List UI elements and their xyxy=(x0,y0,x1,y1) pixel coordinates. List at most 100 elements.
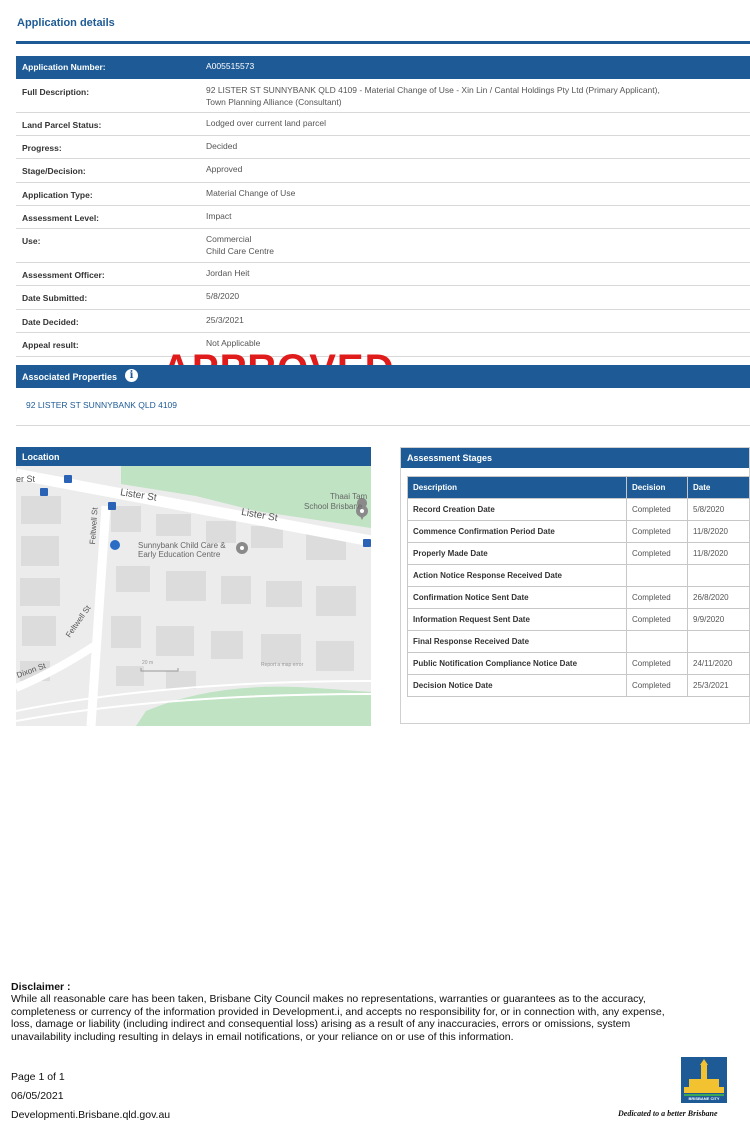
detail-row: Full Description: 92 LISTER ST SUNNYBANK … xyxy=(16,79,750,113)
col-description: Description xyxy=(407,476,627,499)
detail-value: Decided xyxy=(206,140,237,152)
assessment-stages-header: Assessment Stages xyxy=(401,448,749,468)
stage-decision: Completed xyxy=(626,674,688,697)
detail-label: Stage/Decision: xyxy=(22,166,86,176)
stage-row: Record Creation Date Completed 5/8/2020 xyxy=(407,498,750,521)
detail-label: Date Submitted: xyxy=(22,293,88,303)
stage-decision: Completed xyxy=(626,542,688,565)
print-date: 06/05/2021 xyxy=(11,1090,64,1102)
detail-value-line: 25/3/2021 xyxy=(206,315,244,325)
detail-value-line: Commercial xyxy=(206,234,252,244)
detail-value: A005515573 xyxy=(206,60,254,72)
detail-value-line: 92 LISTER ST SUNNYBANK QLD 4109 - Materi… xyxy=(206,85,660,95)
stage-description: Commence Confirmation Period Date xyxy=(407,520,627,543)
detail-value: Impact xyxy=(206,210,232,222)
assessment-stages-table: Description Decision Date Record Creatio… xyxy=(407,476,750,697)
brisbane-city-logo: BRISBANE CITY xyxy=(681,1057,727,1103)
detail-label: Full Description: xyxy=(22,87,90,97)
map-label-school-line1: Thaai Tam xyxy=(330,492,368,501)
disclaimer-line: unavailability including resulting in de… xyxy=(11,1030,514,1043)
stage-decision xyxy=(626,630,688,653)
associated-property-link[interactable]: 92 LISTER ST SUNNYBANK QLD 4109 xyxy=(26,400,177,410)
map-label-school-line2: School Brisbane xyxy=(304,502,363,511)
detail-value-line: Town Planning Alliance (Consultant) xyxy=(206,97,342,107)
stages-header-row: Description Decision Date xyxy=(407,476,750,499)
detail-row: Assessment Level: Impact xyxy=(16,205,750,229)
title-divider xyxy=(16,41,750,44)
detail-value-line: A005515573 xyxy=(206,61,255,71)
disclaimer-line: While all reasonable care has been taken… xyxy=(11,993,646,1005)
map-scale-label: 20 m xyxy=(142,660,154,666)
detail-row: Land Parcel Status: Lodged over current l… xyxy=(16,112,750,136)
detail-row: Use: Commercial Child Care Centre xyxy=(16,228,750,263)
stage-date: 25/3/2021 xyxy=(687,674,750,697)
location-map[interactable]: Lister St Lister St er St Feltwell St Fe… xyxy=(16,466,371,726)
location-header: Location xyxy=(16,447,371,466)
detail-label: Land Parcel Status: xyxy=(22,120,102,130)
detail-label: Date Decided: xyxy=(22,317,79,327)
detail-label: Assessment Level: xyxy=(22,213,100,223)
detail-value: 25/3/2021 xyxy=(206,314,244,326)
col-decision: Decision xyxy=(626,476,688,499)
detail-value: 92 LISTER ST SUNNYBANK QLD 4109 - Materi… xyxy=(206,84,660,108)
detail-label: Application Number: xyxy=(22,62,106,72)
stage-row: Public Notification Compliance Notice Da… xyxy=(407,652,750,675)
detail-value: Approved xyxy=(206,163,242,175)
stage-date: 24/11/2020 xyxy=(687,652,750,675)
detail-value-line: Impact xyxy=(206,211,232,221)
map-report-error-link[interactable]: Report a map error xyxy=(261,662,303,668)
page-title: Application details xyxy=(17,17,115,29)
detail-row: Stage/Decision: Approved xyxy=(16,158,750,183)
associated-properties-title: Associated Properties xyxy=(22,372,118,382)
stage-decision: Completed xyxy=(626,520,688,543)
detail-row: Progress: Decided xyxy=(16,135,750,159)
detail-value-line: Material Change of Use xyxy=(206,188,296,198)
map-label-school: Thaai Tam xyxy=(330,492,367,501)
stage-row: Final Response Received Date xyxy=(407,630,750,653)
stage-description: Confirmation Notice Sent Date xyxy=(407,586,627,609)
detail-value-line: Child Care Centre xyxy=(206,246,275,256)
detail-row: Date Decided: 25/3/2021 xyxy=(16,309,750,333)
detail-label: Application Type: xyxy=(22,190,93,200)
stage-date: 11/8/2020 xyxy=(687,542,750,565)
stage-date: 11/8/2020 xyxy=(687,520,750,543)
disclaimer-line: loss, damage or liability (including ind… xyxy=(11,1018,631,1030)
detail-value-line: 5/8/2020 xyxy=(206,291,240,301)
stage-row: Commence Confirmation Period Date Complet… xyxy=(407,520,750,543)
assessment-stages-panel: Assessment Stages Description Decision D… xyxy=(400,447,750,724)
stage-date: 5/8/2020 xyxy=(687,498,750,521)
col-date: Date xyxy=(687,476,750,499)
page-number: Page 1 of 1 xyxy=(11,1071,65,1083)
application-details-table: Application Number: A005515573 Full Descri… xyxy=(16,56,750,357)
stage-description: Final Response Received Date xyxy=(407,630,627,653)
associated-divider xyxy=(16,425,750,426)
stage-decision: Completed xyxy=(626,498,688,521)
disclaimer-text: While all reasonable care has been taken… xyxy=(11,993,731,1043)
stage-date xyxy=(687,630,750,653)
site-url: Developmenti.Brisbane.qld.gov.au xyxy=(11,1109,171,1121)
assessment-stages-title: Assessment Stages xyxy=(407,453,493,463)
stage-description: Record Creation Date xyxy=(407,498,627,521)
stage-decision xyxy=(626,564,688,587)
stage-description: Action Notice Response Received Date xyxy=(407,564,627,587)
stage-description: Information Request Sent Date xyxy=(407,608,627,631)
detail-label: Progress: xyxy=(22,143,62,153)
detail-row: Date Submitted: 5/8/2020 xyxy=(16,285,750,310)
stage-row: Action Notice Response Received Date xyxy=(407,564,750,587)
stage-date xyxy=(687,564,750,587)
detail-value: Commercial Child Care Centre xyxy=(206,233,274,257)
detail-label: Appeal result: xyxy=(22,340,79,350)
disclaimer-title: Disclaimer : xyxy=(11,981,71,993)
stage-row: Information Request Sent Date Completed 9/… xyxy=(407,608,750,631)
stage-decision: Completed xyxy=(626,586,688,609)
detail-value-line: Approved xyxy=(206,164,243,174)
stage-description: Properly Made Date xyxy=(407,542,627,565)
stage-row: Properly Made Date Completed 11/8/2020 xyxy=(407,542,750,565)
stage-decision: Completed xyxy=(626,608,688,631)
detail-value: 5/8/2020 xyxy=(206,290,239,302)
disclaimer-line: completeness or currency of the informat… xyxy=(11,1005,665,1018)
stage-description: Public Notification Compliance Notice Da… xyxy=(407,652,627,675)
info-icon[interactable]: i xyxy=(125,369,138,382)
detail-value: Lodged over current land parcel xyxy=(206,117,326,129)
detail-row: Assessment Officer: Jordan Heit xyxy=(16,262,750,286)
